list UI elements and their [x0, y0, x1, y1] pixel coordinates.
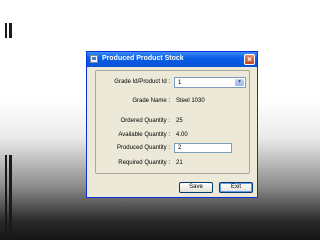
close-button[interactable]: × [244, 54, 255, 65]
available-qty-value: 4.00 [176, 132, 188, 138]
decorative-bar [5, 23, 7, 38]
produced-qty-input[interactable]: 2 [174, 143, 232, 153]
decorative-bar [5, 155, 7, 240]
form-group-box: Grade Id/Product Id : 1 ▼ Grade Name : S… [95, 70, 250, 174]
grade-name-value: Steel 1030 [176, 98, 205, 104]
produced-product-stock-window: Produced Product Stock × Grade Id/Produc… [86, 51, 258, 198]
form-window-icon [90, 55, 98, 63]
chevron-down-icon[interactable]: ▼ [235, 79, 244, 86]
ordered-qty-label: Ordered Quantity : [120, 118, 170, 124]
title-bar[interactable]: Produced Product Stock × [87, 52, 257, 67]
ordered-qty-value: 25 [176, 118, 183, 124]
required-qty-label: Required Quantity : [118, 160, 170, 166]
exit-button[interactable]: Exit [219, 182, 253, 193]
produced-qty-label: Produced Quantity : [116, 145, 170, 151]
decorative-bar [9, 155, 12, 240]
grade-name-label: Grade Name : [132, 98, 170, 104]
grade-id-value: 1 [178, 80, 182, 86]
required-qty-value: 21 [176, 160, 183, 166]
decorative-bar [9, 23, 12, 38]
available-qty-label: Available Quantity : [118, 132, 170, 138]
window-title: Produced Product Stock [102, 55, 184, 62]
grade-id-label: Grade Id/Product Id : [114, 79, 170, 85]
grade-id-select[interactable]: 1 ▼ [174, 77, 246, 88]
save-button[interactable]: Save [179, 182, 213, 193]
